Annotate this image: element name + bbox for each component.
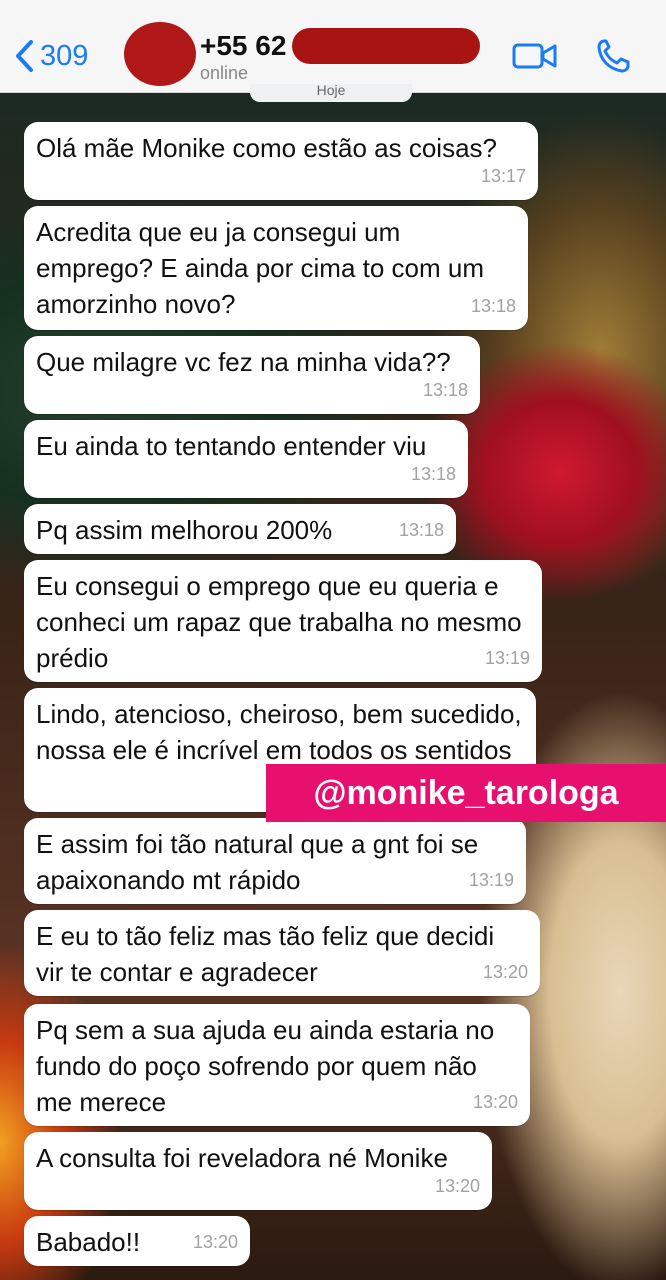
contact-status: online xyxy=(200,63,249,83)
avatar[interactable] xyxy=(124,22,196,86)
message-time: 13:20 xyxy=(482,962,528,982)
message-text: A consulta foi reveladora né Monike xyxy=(36,1143,448,1173)
message-bubble[interactable]: Que milagre vc fez na minha vida?? 13:18 xyxy=(24,336,480,414)
contact-number[interactable]: +55 62 xyxy=(200,30,286,62)
redaction-mark xyxy=(292,28,480,64)
message-time: 13:18 xyxy=(470,296,516,316)
watermark-tag: @monike_tarologa xyxy=(266,764,666,822)
chevron-left-icon xyxy=(16,40,33,72)
message-text: Pq assim melhorou 200% xyxy=(36,515,333,545)
message-time: 13:20 xyxy=(472,1092,518,1112)
message-time: 13:18 xyxy=(410,464,456,484)
back-count: 309 xyxy=(40,39,89,72)
message-text: Acredita que eu ja consegui um emprego? … xyxy=(36,217,484,319)
message-time: 13:20 xyxy=(434,1176,480,1196)
message-time: 13:18 xyxy=(422,380,468,400)
message-bubble[interactable]: E eu to tão feliz mas tão feliz que deci… xyxy=(24,910,540,996)
message-text: Lindo, atencioso, cheiroso, bem sucedido… xyxy=(36,699,522,765)
message-time: 13:20 xyxy=(192,1232,238,1252)
message-text: E eu to tão feliz mas tão feliz que deci… xyxy=(36,921,495,987)
message-bubble[interactable]: Acredita que eu ja consegui um emprego? … xyxy=(24,206,528,330)
message-bubble[interactable]: Pq assim melhorou 200% 13:18 xyxy=(24,504,456,554)
video-camera-icon[interactable] xyxy=(512,40,558,72)
message-text: E assim foi tão natural que a gnt foi se… xyxy=(36,829,479,895)
message-bubble[interactable]: Eu ainda to tentando entender viu 13:18 xyxy=(24,420,468,498)
message-bubble[interactable]: A consulta foi reveladora né Monike 13:2… xyxy=(24,1132,492,1210)
message-time: 13:18 xyxy=(398,520,444,540)
message-bubble[interactable]: E assim foi tão natural que a gnt foi se… xyxy=(24,818,526,904)
message-bubble[interactable]: Pq sem a sua ajuda eu ainda estaria no f… xyxy=(24,1004,530,1126)
message-time: 13:17 xyxy=(480,166,526,186)
message-time: 13:19 xyxy=(484,648,530,668)
chat-header: 309 +55 62 online xyxy=(0,0,666,93)
message-bubble[interactable]: Eu consegui o emprego que eu queria e co… xyxy=(24,560,542,682)
message-text: Pq sem a sua ajuda eu ainda estaria no f… xyxy=(36,1015,495,1117)
message-text: Que milagre vc fez na minha vida?? xyxy=(36,347,451,377)
message-text: Eu consegui o emprego que eu queria e co… xyxy=(36,571,522,673)
message-time: 13:19 xyxy=(468,870,514,890)
back-button[interactable]: 309 xyxy=(14,34,88,78)
date-separator: Hoje xyxy=(250,84,412,102)
message-text: Olá mãe Monike como estão as coisas? xyxy=(36,133,497,163)
phone-icon[interactable] xyxy=(596,38,630,74)
message-text: Eu ainda to tentando entender viu xyxy=(36,431,427,461)
message-bubble[interactable]: Babado!! 13:20 xyxy=(24,1216,250,1266)
message-bubble[interactable]: Olá mãe Monike como estão as coisas? 13:… xyxy=(24,122,538,200)
